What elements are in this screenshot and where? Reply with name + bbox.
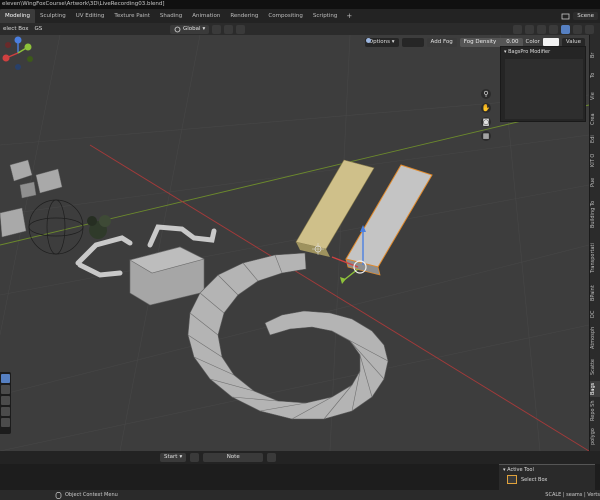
scene-name-field[interactable]: Scene [573,12,598,20]
window-title-bar: eleven\WingFoxCourse\Artwork\3D\LiveReco… [0,0,600,9]
bagspro-panel: ▾ BagsPro Modifier [500,46,586,122]
start-label: Start [164,454,178,460]
active-tool-row[interactable]: Select Box [499,475,595,484]
status-hint-text: Object Context Menu [65,492,118,498]
mode-fragment[interactable]: GS [31,26,45,32]
bagspro-preview[interactable] [505,59,583,119]
zoom-icon[interactable]: ⚲ [481,89,491,99]
active-tool-title: Active Tool [507,467,534,473]
tab-texture-paint[interactable]: Texture Paint [109,9,155,23]
pan-hand-icon[interactable]: ✋ [481,103,491,113]
active-tool-name: Select Box [521,476,548,483]
sidebar-tab-scatter[interactable]: Scatte [590,355,600,379]
active-tool-panel: ▾ Active Tool Select Box [499,464,595,490]
bagspro-title[interactable]: ▾ BagsPro Modifier [501,47,585,56]
scene-selector: Scene [561,9,600,23]
sidebar-tab-kit-ops[interactable]: KIT O [590,149,600,171]
tab-uv-editing[interactable]: UV Editing [71,9,110,23]
status-bar: Object Context Menu SCALE | seams | Vert… [0,490,600,500]
transform-orientation-dropdown[interactable]: Global ▾ [170,24,210,34]
tab-sculpting[interactable]: Sculpting [35,9,71,23]
sidebar-tab-dc[interactable]: DC [590,307,600,321]
editor-header: elect Box GS Global ▾ [0,23,600,35]
timeline-controls: Start ▾ Note [160,453,277,462]
frame-label: Note [226,454,240,460]
navigation-gizmo[interactable] [0,35,36,75]
mouse-right-icon [55,491,62,499]
scattered-boxes[interactable] [0,159,63,238]
sidebar-tab-atmosphere[interactable]: Atmosph [590,323,600,353]
sidebar-tab-repo[interactable]: Repo Sh [590,399,600,423]
fog-color-swatch[interactable] [542,38,559,46]
select-box-tool[interactable]: elect Box [0,26,31,32]
add-fog-label: Add Fog [430,38,453,45]
sidebar-tab-create[interactable]: Crea [590,109,600,129]
sidebar-tab-to[interactable]: To [590,67,600,83]
tab-compositing[interactable]: Compositing [263,9,307,23]
fog-search-field[interactable] [401,37,424,47]
bagspro-title-label: BagsPro Modifier [508,49,551,55]
tool-cursor-icon[interactable] [1,385,10,394]
spiral-stair[interactable] [187,252,389,420]
plant[interactable] [87,215,111,239]
sidebar-tab-bpaint[interactable]: BPaint [590,281,600,305]
sidebar-tab-bags[interactable]: Bags [590,381,600,397]
overlay-icon[interactable] [537,24,546,34]
add-workspace-button[interactable]: + [342,9,356,23]
scene-icon[interactable] [561,12,570,21]
tool-move-icon[interactable] [1,396,10,405]
xray-icon[interactable] [549,24,558,34]
workspace-tabs-bar: Modeling Sculpting UV Editing Texture Pa… [0,9,600,23]
tab-modeling[interactable]: Modeling [0,9,36,23]
tab-rendering[interactable]: Rendering [225,9,263,23]
transform-controls: Global ▾ [170,24,246,34]
options-label: Options [368,38,391,45]
color-label: Color [525,39,540,45]
solid-shading-icon[interactable] [561,24,570,34]
status-stats: SCALE | seams | Verts [545,492,600,498]
n-panel-tabs: Br To Vie Crea Edi KIT O Pue Building To… [589,35,600,451]
3d-viewport[interactable]: Options ▾ Add Fog Fog Density 0.00 Color… [0,35,589,451]
camera-icon[interactable]: ◙ [481,117,491,127]
orientation-icon [174,26,181,32]
sidebar-tab-building-tools[interactable]: Building To [590,193,600,235]
select-box-icon [507,475,517,484]
add-fog-button[interactable]: Add Fog [365,37,457,47]
viewport-shading-controls [513,24,594,34]
fog-density-label: Fog Density [463,38,497,45]
status-hint: Object Context Menu [55,490,118,500]
sidebar-tab-polygon[interactable]: polygo [590,425,600,449]
tab-shading[interactable]: Shading [155,9,187,23]
orientation-label: Global [183,25,201,32]
tool-select-icon[interactable] [1,374,10,383]
gizmo-toggle-icon[interactable] [525,24,534,34]
tab-animation[interactable]: Animation [187,9,225,23]
sidebar-tab-view[interactable]: Vie [590,87,600,105]
fog-icon [365,38,371,43]
chevron-down-icon: ▾ [202,25,206,32]
snap-icon[interactable] [224,24,234,34]
tool-rotate-icon[interactable] [1,407,10,416]
rendered-shading-icon[interactable] [585,24,594,34]
tool-shelf [0,372,11,434]
material-shading-icon[interactable] [573,24,582,34]
proportional-edit-icon[interactable] [236,24,246,34]
frame-field[interactable]: Note [203,453,264,462]
tool-scale-icon[interactable] [1,418,10,427]
visibility-icon[interactable] [513,24,522,34]
pin-icon[interactable] [267,453,277,462]
sidebar-tab-pue[interactable]: Pue [590,173,600,191]
ortho-grid-icon[interactable]: ▦ [481,131,491,141]
tab-scripting[interactable]: Scripting [308,9,342,23]
window-title: eleven\WingFoxCourse\Artwork\3D\LiveReco… [2,1,165,7]
pivot-icon[interactable] [212,24,222,34]
sidebar-tab-edit[interactable]: Edi [590,131,600,147]
timeline-header: Start ▾ Note [0,451,600,464]
active-tool-header[interactable]: ▾ Active Tool [499,465,595,475]
sidebar-tab-transportation[interactable]: Transportati [590,237,600,279]
keying-icon[interactable] [190,453,200,462]
start-dropdown[interactable]: Start ▾ [160,453,187,462]
sidebar-tab-br[interactable]: Br [590,47,600,63]
